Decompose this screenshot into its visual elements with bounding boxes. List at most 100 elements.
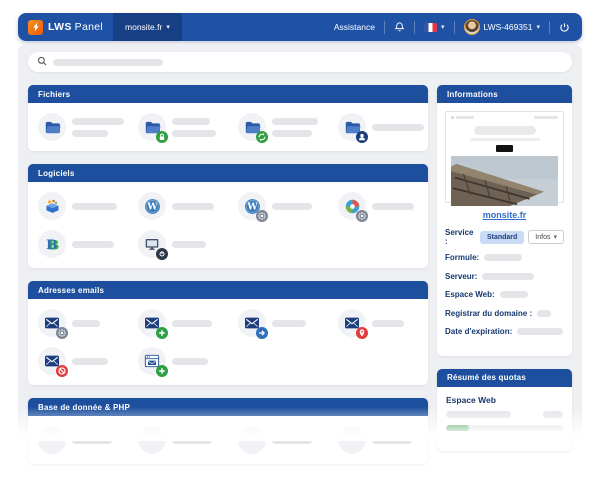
svg-text:B: B bbox=[45, 236, 56, 252]
notifications-bell-icon[interactable] bbox=[394, 21, 405, 33]
plus-badge-icon bbox=[156, 365, 168, 377]
divider bbox=[414, 21, 415, 34]
installer-icon bbox=[38, 192, 66, 220]
chevron-down-icon: ▾ bbox=[553, 234, 557, 241]
info-field-placeholder bbox=[537, 310, 551, 317]
infos-dropdown-button[interactable]: Infos ▾ bbox=[528, 230, 564, 244]
section-header: Adresses emails bbox=[28, 281, 428, 299]
shortcut-item[interactable] bbox=[228, 304, 328, 342]
shortcut-item[interactable] bbox=[28, 421, 128, 459]
label-placeholder bbox=[272, 203, 312, 210]
shortcut-item[interactable] bbox=[328, 108, 428, 146]
shortcut-item[interactable] bbox=[228, 421, 328, 459]
chevron-down-icon: ▾ bbox=[166, 24, 170, 31]
email-icon bbox=[238, 309, 266, 337]
shortcut-item[interactable]: W bbox=[128, 187, 228, 225]
info-field-row: Date d'expiration: bbox=[445, 327, 564, 336]
lws-panel-app: LWSPanel monsite.fr ▾ Assistance ▾ LWS-4… bbox=[0, 0, 600, 441]
building-photo bbox=[451, 156, 558, 206]
label-placeholder bbox=[72, 130, 108, 137]
info-field-row: Espace Web: bbox=[445, 290, 564, 299]
lws-logo-icon bbox=[28, 20, 43, 35]
info-field-placeholder bbox=[482, 273, 534, 280]
blank-icon bbox=[38, 426, 66, 454]
shortcut-item[interactable] bbox=[128, 304, 228, 342]
site-link[interactable]: monsite.fr bbox=[445, 210, 564, 220]
info-field-label: Espace Web: bbox=[445, 290, 495, 299]
wordpress-icon: W bbox=[138, 192, 166, 220]
label-placeholder bbox=[372, 124, 424, 131]
avatar bbox=[464, 19, 480, 35]
shortcut-item[interactable] bbox=[28, 304, 128, 342]
shortcut-item[interactable] bbox=[228, 108, 328, 146]
section-header: Base de donnée & PHP bbox=[28, 398, 428, 416]
logo-text: LWSPanel bbox=[48, 21, 103, 33]
account-menu[interactable]: LWS-469351 ▾ bbox=[464, 19, 541, 35]
label-placeholder bbox=[272, 320, 306, 327]
folder-icon bbox=[38, 113, 66, 141]
site-selector-tab[interactable]: monsite.fr ▾ bbox=[113, 13, 182, 41]
folder-icon bbox=[338, 113, 366, 141]
lws-panel-logo[interactable]: LWSPanel bbox=[18, 20, 113, 35]
arrow-badge-icon bbox=[256, 327, 268, 339]
site-tab-label: monsite.fr bbox=[125, 22, 162, 32]
label-placeholder bbox=[72, 437, 112, 444]
right-sidebar: Informations bbox=[437, 85, 572, 464]
section-base-de-donn-e-php: Base de donnée & PHP bbox=[28, 398, 428, 464]
assistance-link[interactable]: Assistance bbox=[334, 22, 375, 32]
plus-badge-icon bbox=[156, 327, 168, 339]
info-field-label: Formule: bbox=[445, 253, 479, 262]
info-field-row: Registrar du domaine : bbox=[445, 309, 564, 318]
shortcut-item[interactable]: BB bbox=[28, 225, 128, 263]
label-placeholder bbox=[172, 358, 208, 365]
shortcut-item[interactable] bbox=[328, 421, 428, 459]
content-area: FichiersLogicielsWWBBAdresses emailsBase… bbox=[18, 44, 582, 441]
blank-icon bbox=[338, 426, 366, 454]
section-logiciels: LogicielsWWBB bbox=[28, 164, 428, 268]
shortcut-item[interactable] bbox=[28, 108, 128, 146]
logout-power-icon[interactable] bbox=[559, 22, 570, 33]
section-card: W W BB bbox=[28, 182, 428, 268]
search-bar[interactable] bbox=[28, 52, 572, 72]
b-logo-icon: BB bbox=[38, 230, 66, 258]
email-icon bbox=[338, 309, 366, 337]
label-placeholder bbox=[72, 118, 124, 125]
blank-icon bbox=[238, 426, 266, 454]
info-field-row: Serveur: bbox=[445, 272, 564, 281]
info-field-label: Serveur: bbox=[445, 272, 477, 281]
info-field-placeholder bbox=[517, 328, 563, 335]
quota-limit-placeholder bbox=[543, 411, 563, 418]
email-icon bbox=[38, 309, 66, 337]
site-preview-thumbnail[interactable] bbox=[445, 111, 564, 203]
informations-section: Informations bbox=[437, 85, 572, 356]
email-icon bbox=[138, 309, 166, 337]
shortcut-item[interactable] bbox=[328, 304, 428, 342]
label-placeholder bbox=[272, 437, 312, 444]
search-input-placeholder bbox=[53, 59, 163, 66]
section-header: Fichiers bbox=[28, 85, 428, 103]
shortcut-item[interactable] bbox=[328, 187, 428, 225]
label-placeholder bbox=[172, 241, 206, 248]
shortcut-item[interactable] bbox=[128, 342, 228, 380]
language-selector[interactable]: ▾ bbox=[424, 23, 445, 32]
shortcut-item[interactable]: W bbox=[228, 187, 328, 225]
quota-item-label: Espace Web bbox=[446, 395, 563, 405]
info-field-row: Formule: bbox=[445, 253, 564, 262]
top-bar: LWSPanel monsite.fr ▾ Assistance ▾ LWS-4… bbox=[18, 13, 582, 41]
shortcut-item[interactable] bbox=[128, 421, 228, 459]
shortcut-item[interactable] bbox=[28, 342, 128, 380]
folder-icon bbox=[238, 113, 266, 141]
shortcut-item[interactable] bbox=[128, 108, 228, 146]
section-adresses-emails: Adresses emails bbox=[28, 281, 428, 385]
shortcut-item[interactable] bbox=[128, 225, 228, 263]
quota-progress-fill bbox=[446, 425, 469, 431]
service-label: Service : bbox=[445, 228, 476, 246]
shortcut-item[interactable] bbox=[28, 187, 128, 225]
svg-text:W: W bbox=[146, 201, 158, 212]
divider bbox=[454, 21, 455, 34]
section-card bbox=[28, 103, 428, 151]
label-placeholder bbox=[172, 130, 216, 137]
label-placeholder bbox=[72, 358, 108, 365]
wordpress-icon: W bbox=[238, 192, 266, 220]
label-placeholder bbox=[72, 320, 100, 327]
